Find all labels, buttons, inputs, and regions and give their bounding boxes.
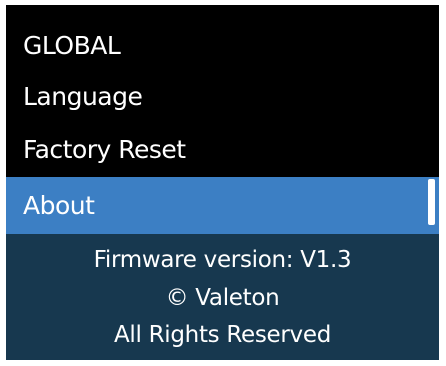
- menu-title: GLOBAL: [23, 31, 121, 60]
- menu-item-factory-reset[interactable]: Factory Reset: [6, 124, 439, 176]
- menu-item-about[interactable]: About: [6, 177, 439, 234]
- device-screen: GLOBAL Language Factory Reset About Firm…: [6, 5, 439, 360]
- firmware-version: Firmware version: V1.3: [93, 247, 352, 273]
- menu-item-language[interactable]: Language: [6, 71, 439, 123]
- about-info-panel: Firmware version: V1.3 © Valeton All Rig…: [6, 234, 439, 360]
- menu-item-label: Language: [23, 82, 143, 111]
- scrollbar[interactable]: [428, 179, 435, 225]
- rights-text: All Rights Reserved: [113, 322, 332, 348]
- copyright-text: © Valeton: [165, 285, 280, 311]
- menu-item-label: About: [23, 191, 95, 220]
- menu-item-label: Factory Reset: [23, 135, 186, 164]
